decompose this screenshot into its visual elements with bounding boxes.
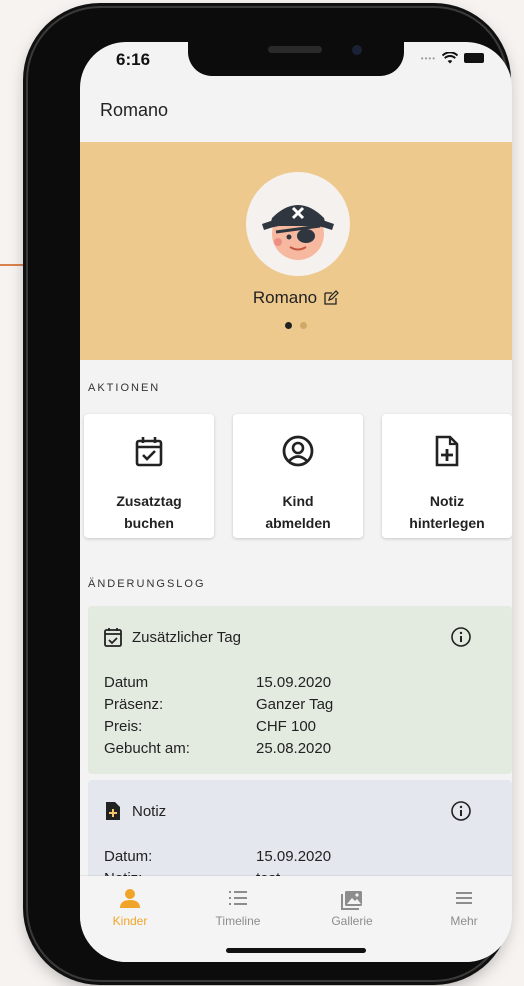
action-label: Zusatztag buchen <box>84 490 214 534</box>
action-label: Kind abmelden <box>233 490 363 534</box>
actions-section-label: AKTIONEN <box>88 382 161 394</box>
tab-timeline[interactable]: Timeline <box>188 886 288 928</box>
notch <box>188 42 404 76</box>
tab-label: Mehr <box>450 914 478 928</box>
home-indicator[interactable] <box>226 948 366 953</box>
log-row-value: 15.09.2020 <box>256 848 332 865</box>
profile-name-row[interactable]: Romano <box>80 288 512 308</box>
pager-dot-active[interactable] <box>285 322 292 329</box>
app-screen: 6:16 •••• Romano Romano AKTIONEN Zusatzt… <box>80 42 512 962</box>
log-row-label: Datum: <box>104 848 153 865</box>
log-entry-title: Notiz <box>132 802 167 820</box>
log-row-label: Gebucht am: <box>104 740 190 757</box>
action-label: Notiz hinterlegen <box>382 490 512 534</box>
unregister-child-button[interactable]: Kind abmelden <box>233 414 363 538</box>
list-icon <box>229 891 247 905</box>
changelog-section-label: ÄNDERUNGSLOG <box>88 578 206 590</box>
menu-icon <box>456 892 472 904</box>
tab-label: Gallerie <box>331 914 373 928</box>
log-entry-title-row: Zusätzlicher Tag <box>102 626 241 648</box>
profile-header[interactable]: Romano <box>80 142 512 360</box>
info-icon[interactable] <box>450 626 472 648</box>
phone-frame: 6:16 •••• Romano Romano AKTIONEN Zusatzt… <box>28 8 512 980</box>
signal-dots-icon: •••• <box>420 53 436 63</box>
log-entry-title-row: Notiz <box>102 800 166 822</box>
child-avatar[interactable] <box>246 172 350 276</box>
action-label-line2: abmelden <box>265 515 331 531</box>
note-add-icon <box>435 435 459 467</box>
status-icons: •••• <box>421 52 484 64</box>
action-label-line1: Zusatztag <box>116 493 182 509</box>
tab-mehr[interactable]: Mehr <box>414 886 512 928</box>
battery-icon <box>464 53 484 63</box>
wifi-icon <box>442 52 458 64</box>
profile-name: Romano <box>252 288 318 307</box>
note-add-icon <box>106 802 120 820</box>
action-label-line1: Kind <box>282 493 314 509</box>
pager-dot[interactable] <box>300 322 307 329</box>
log-row-label: Datum <box>104 674 149 691</box>
status-time: 6:16 <box>116 50 151 69</box>
profile-pager[interactable] <box>80 322 512 329</box>
edit-icon[interactable] <box>323 290 339 306</box>
info-icon[interactable] <box>450 800 472 822</box>
action-label-line2: hinterlegen <box>409 515 485 531</box>
log-row-label: Preis: <box>104 718 143 735</box>
log-row-value: 15.09.2020 <box>256 674 332 691</box>
log-row-value: Ganzer Tag <box>256 696 334 713</box>
log-row-label: Präsenz: <box>104 696 164 713</box>
tab-label: Kinder <box>112 914 148 928</box>
tab-label: Timeline <box>215 914 261 928</box>
gallery-icon <box>341 891 362 910</box>
person-circle-icon <box>282 435 314 467</box>
action-label-line2: buchen <box>124 515 174 531</box>
add-note-button[interactable]: Notiz hinterlegen <box>382 414 512 538</box>
tab-kinder[interactable]: Kinder <box>80 886 180 928</box>
tab-gallerie[interactable]: Gallerie <box>302 886 402 928</box>
book-extra-day-button[interactable]: Zusatztag buchen <box>84 414 214 538</box>
speaker <box>268 46 322 53</box>
log-row-value: 25.08.2020 <box>256 740 332 757</box>
page-title: Romano <box>100 100 169 120</box>
log-row-value: CHF 100 <box>256 718 317 735</box>
log-entry-extra-day[interactable]: Zusätzlicher Tag Datum 15.09.2020 Präsen… <box>88 606 512 774</box>
front-camera <box>352 45 362 55</box>
calendar-check-icon <box>135 437 163 467</box>
calendar-check-icon <box>104 628 122 647</box>
log-entry-title: Zusätzlicher Tag <box>132 628 241 646</box>
action-label-line1: Notiz <box>429 493 465 509</box>
pirate-avatar-icon <box>262 205 334 260</box>
person-icon <box>120 889 140 908</box>
